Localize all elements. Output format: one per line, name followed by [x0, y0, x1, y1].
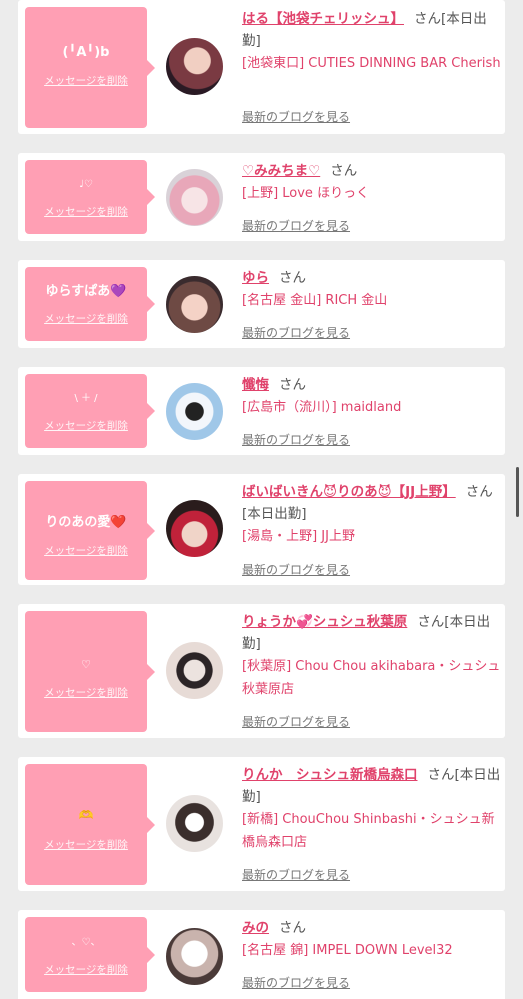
avatar[interactable] [166, 642, 223, 699]
list-item: (╹A╹)b メッセージを削除 はる【池袋チェリッシュ】 さん[本日出勤] [池袋… [18, 0, 505, 134]
delete-message-link[interactable]: メッセージを削除 [25, 685, 147, 700]
avatar[interactable] [166, 383, 223, 440]
avatar[interactable] [166, 928, 223, 985]
avatar[interactable] [166, 795, 223, 852]
list-item: りのあの愛❤️ メッセージを削除 ばいばいきん😈りのあ😈【JJ上野】 さん[本日出… [18, 474, 505, 585]
message-bubble: \ ＋ / メッセージを削除 [25, 374, 155, 448]
message-bubble: ゆらすぱあ💜 メッセージを削除 [25, 267, 155, 341]
list-item: ゆらすぱあ💜 メッセージを削除 ゆら さん [名古屋 金山] RICH 金山 最新… [18, 260, 505, 348]
honorific: さん [330, 163, 358, 179]
delete-message-link[interactable]: メッセージを削除 [25, 73, 147, 88]
latest-blog-link[interactable]: 最新のブログを見る [242, 561, 350, 578]
message-bubble: 、♡、 メッセージを削除 [25, 917, 155, 992]
latest-blog-link[interactable]: 最新のブログを見る [242, 108, 350, 125]
honorific: さん [279, 270, 306, 286]
shop-name[interactable]: [秋葉原] Chou Chou akihabara・シュシュ秋葉原店 [242, 659, 500, 697]
message-text: \ ＋ / [74, 393, 98, 404]
shop-name[interactable]: [上野] Love ほりっく [242, 186, 369, 201]
cast-name-link[interactable]: ♡みみちま♡ [242, 163, 320, 179]
message-bubble: りのあの愛❤️ メッセージを削除 [25, 481, 155, 580]
message-bubble: ♡ メッセージを削除 [25, 611, 155, 732]
message-text: 🫶 [78, 808, 94, 822]
latest-blog-link[interactable]: 最新のブログを見る [242, 431, 350, 448]
delete-message-link[interactable]: メッセージを削除 [25, 204, 147, 219]
shop-name[interactable]: [名古屋 錦] IMPEL DOWN Level32 [242, 943, 453, 958]
message-text: ♡ [81, 658, 91, 671]
message-bubble: 🫶 メッセージを削除 [25, 764, 155, 885]
shop-name[interactable]: [池袋東口] CUTIES DINNING BAR Cherish [242, 56, 501, 71]
message-text: りのあの愛❤️ [45, 515, 127, 530]
delete-message-link[interactable]: メッセージを削除 [25, 837, 147, 852]
cast-name-link[interactable]: ゆら [242, 270, 269, 286]
delete-message-link[interactable]: メッセージを削除 [25, 962, 147, 977]
cast-name-link[interactable]: ばいばいきん😈りのあ😈【JJ上野】 [242, 484, 456, 500]
cast-name-link[interactable]: りんか シュシュ新橋烏森口 [242, 767, 418, 783]
honorific: さん [279, 377, 306, 393]
avatar[interactable] [166, 276, 223, 333]
cast-name-link[interactable]: 懺悔 [242, 377, 269, 393]
list-item: \ ＋ / メッセージを削除 懺悔 さん [広島市（流川）] maidland 最… [18, 367, 505, 455]
avatar[interactable] [166, 38, 223, 95]
delete-message-link[interactable]: メッセージを削除 [25, 418, 147, 433]
message-bubble: (╹A╹)b メッセージを削除 [25, 7, 155, 128]
latest-blog-link[interactable]: 最新のブログを見る [242, 713, 350, 730]
message-text: ♩♡ [79, 179, 93, 190]
message-text: (╹A╹)b [62, 45, 110, 60]
latest-blog-link[interactable]: 最新のブログを見る [242, 324, 350, 341]
shop-name[interactable]: [名古屋 金山] RICH 金山 [242, 293, 387, 308]
shop-name[interactable]: [新橋] ChouChou Shinbashi・シュシュ新橋烏森口店 [242, 812, 495, 850]
list-item: ♡ メッセージを削除 りょうか💞シュシュ秋葉原 さん[本日出勤] [秋葉原] Ch… [18, 604, 505, 738]
list-item: ♩♡ メッセージを削除 ♡みみちま♡ さん [上野] Love ほりっく 最新のブ… [18, 153, 505, 241]
cast-name-link[interactable]: はる【池袋チェリッシュ】 [242, 11, 404, 27]
avatar[interactable] [166, 500, 223, 557]
message-text: 、♡、 [71, 937, 101, 948]
list-item: 、♡、 メッセージを削除 みの さん [名古屋 錦] IMPEL DOWN Lev… [18, 910, 505, 999]
delete-message-link[interactable]: メッセージを削除 [25, 311, 147, 326]
shop-name[interactable]: [湯島・上野] JJ上野 [242, 529, 355, 544]
shop-name[interactable]: [広島市（流川）] maidland [242, 400, 401, 415]
scrollbar[interactable] [516, 467, 519, 517]
cast-name-link[interactable]: みの [242, 920, 269, 936]
message-bubble: ♩♡ メッセージを削除 [25, 160, 155, 234]
message-text: ゆらすぱあ💜 [45, 284, 127, 299]
list-item: 🫶 メッセージを削除 りんか シュシュ新橋烏森口 さん[本日出勤] [新橋] Ch… [18, 757, 505, 891]
avatar[interactable] [166, 169, 223, 226]
page: { "entries": [ {"message": "(╹A╹)b", "de… [0, 0, 523, 999]
honorific: さん [279, 920, 306, 936]
delete-message-link[interactable]: メッセージを削除 [25, 543, 147, 558]
cast-name-link[interactable]: りょうか💞シュシュ秋葉原 [242, 614, 407, 630]
latest-blog-link[interactable]: 最新のブログを見る [242, 974, 350, 991]
latest-blog-link[interactable]: 最新のブログを見る [242, 217, 350, 234]
latest-blog-link[interactable]: 最新のブログを見る [242, 866, 350, 883]
